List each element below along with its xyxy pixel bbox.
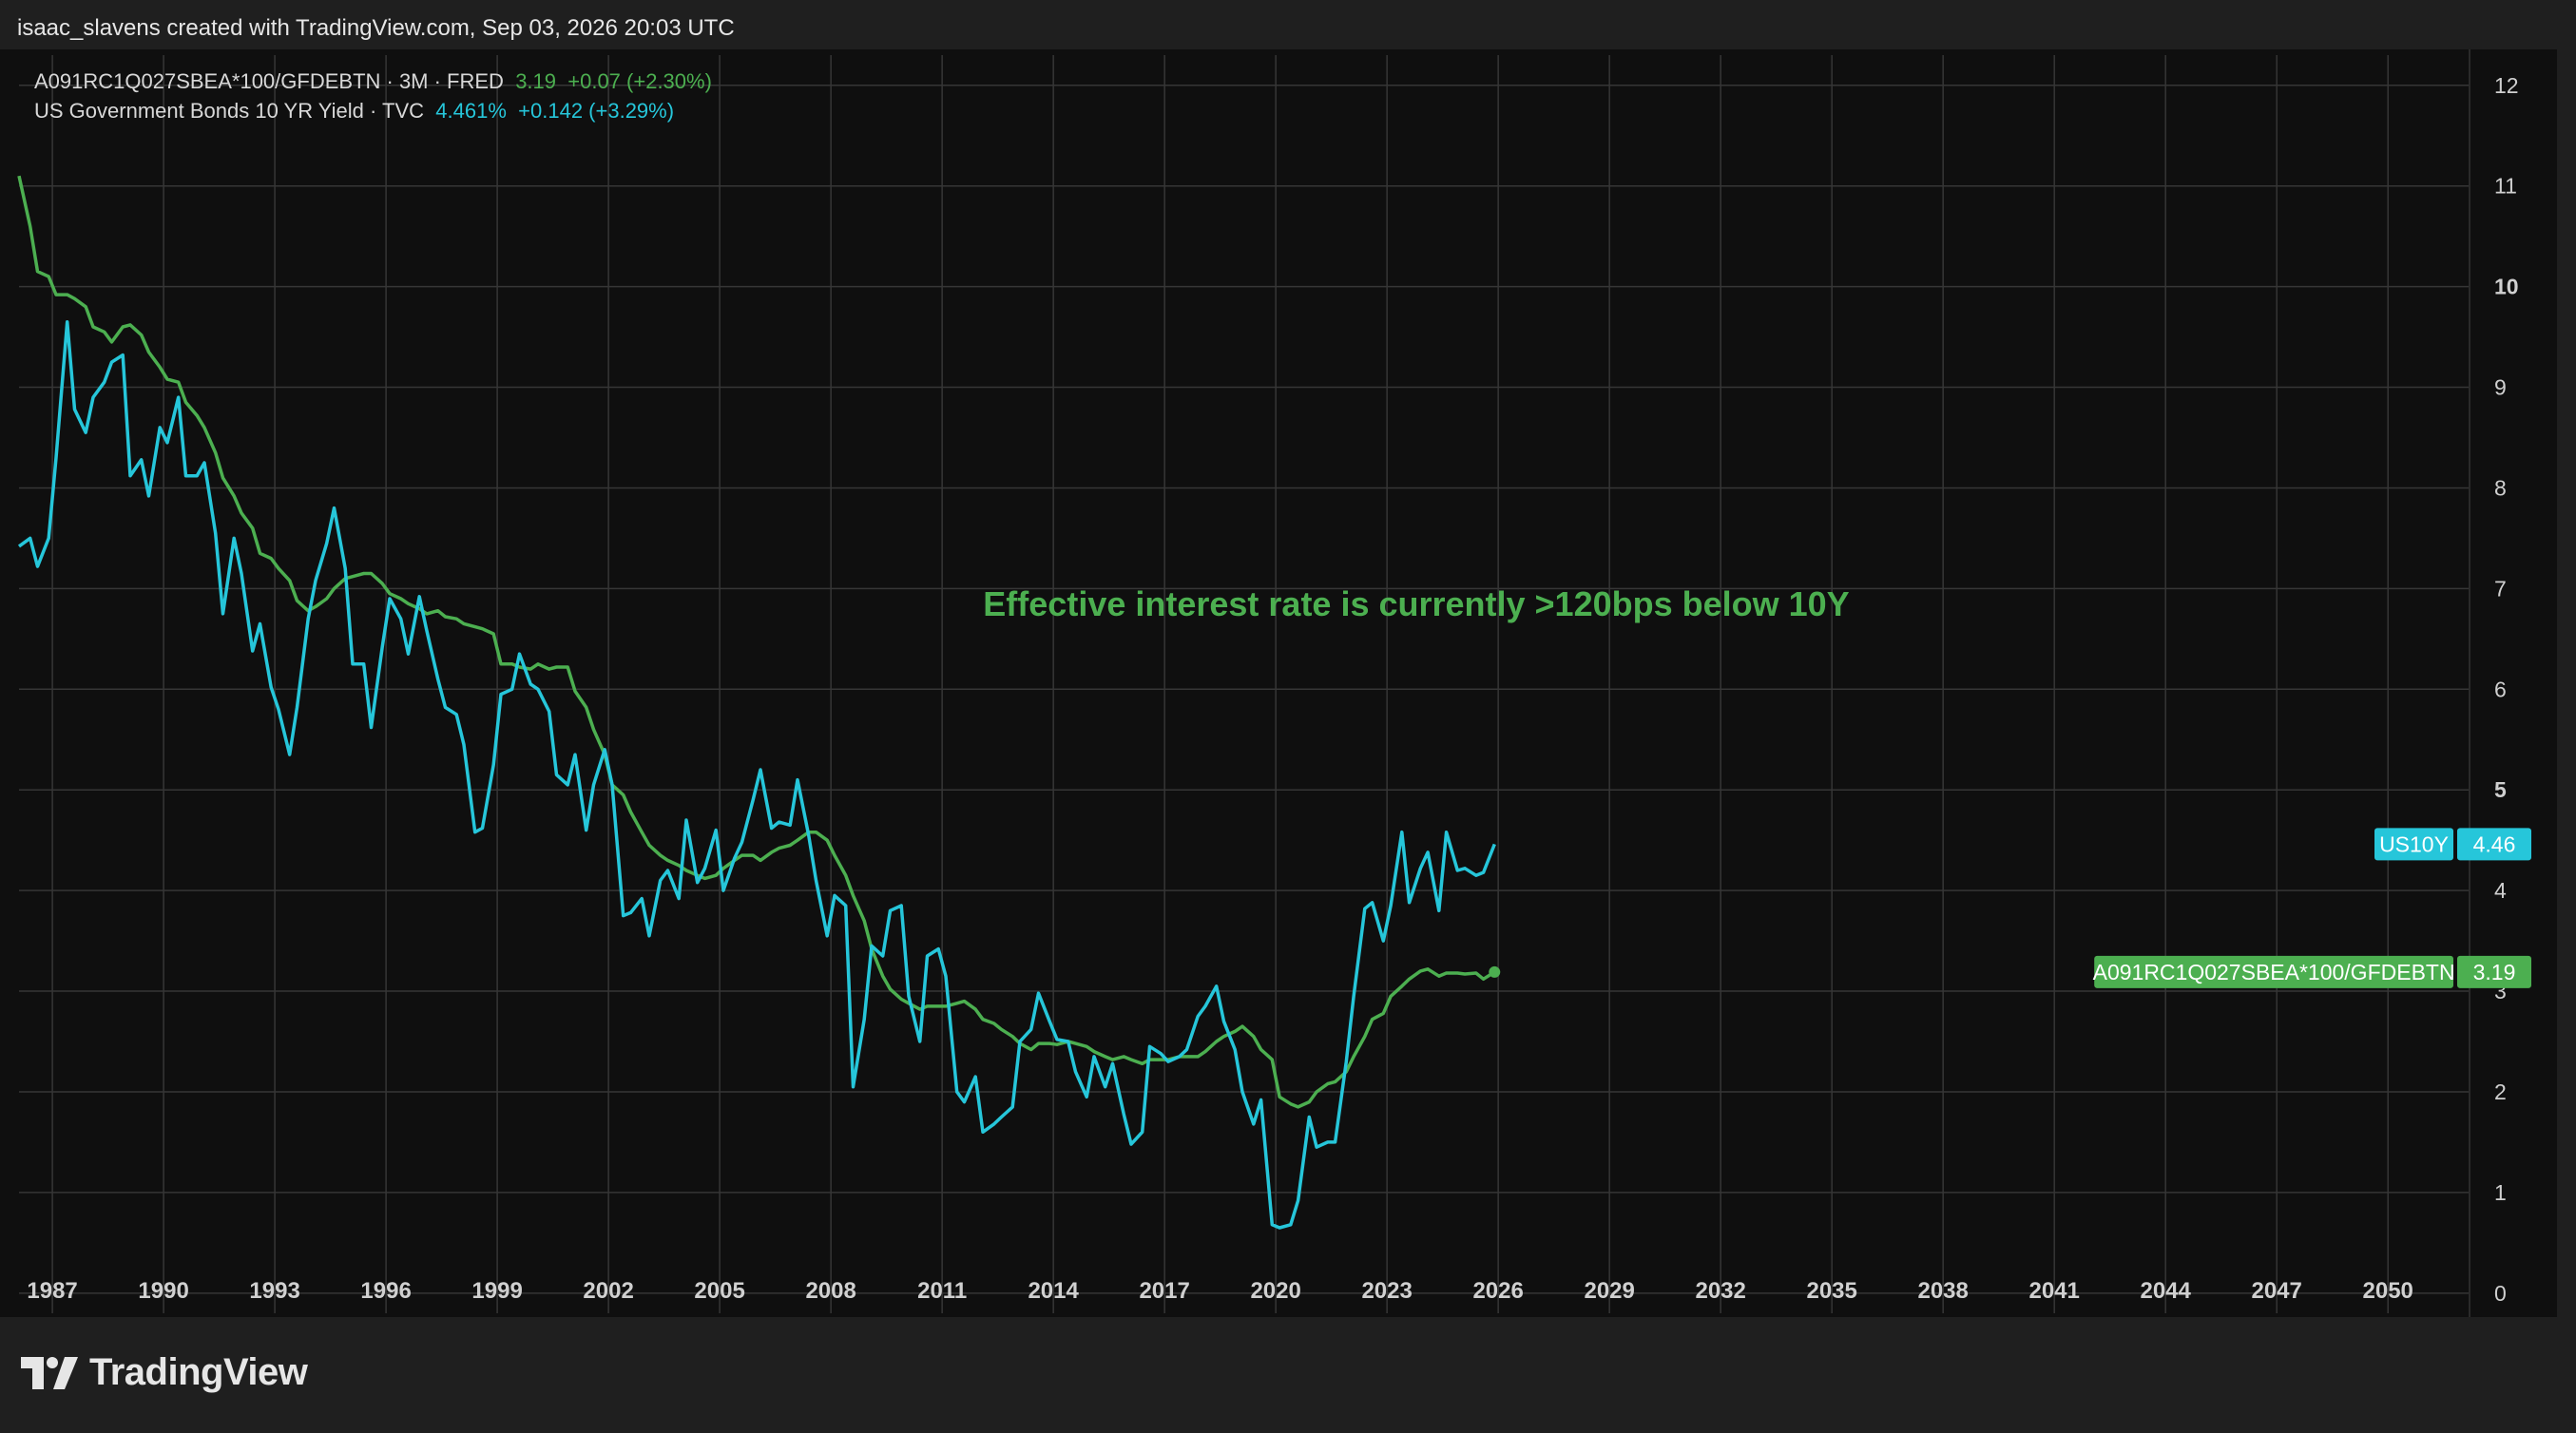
grid-lines — [19, 49, 2470, 1317]
x-tick-label: 2050 — [2363, 1278, 2413, 1304]
y-tick-label: 12 — [2494, 73, 2519, 98]
series-end-marker — [1489, 965, 1501, 978]
x-tick-label: 2020 — [1250, 1278, 1300, 1304]
y-tick-label: 4 — [2494, 878, 2507, 903]
y-tick-label: 1 — [2494, 1180, 2507, 1205]
legend-series-change: +0.142 (+3.29%) — [518, 99, 675, 123]
x-tick-label: 2023 — [1361, 1278, 1412, 1304]
x-tick-label: 2005 — [694, 1278, 744, 1304]
x-tick-label: 1993 — [249, 1278, 299, 1304]
x-tick-label: 2032 — [1695, 1278, 1745, 1304]
price-label-name: US10Y — [2379, 831, 2449, 856]
y-tick-label: 6 — [2494, 677, 2507, 701]
x-tick-label: 2002 — [583, 1278, 633, 1304]
series-line-a091rc1q027sbea-100-gfdebtn[interactable] — [17, 175, 1496, 1109]
x-tick-label: 2008 — [805, 1278, 855, 1304]
y-tick-label: 7 — [2494, 576, 2507, 601]
series-end-markers — [1489, 965, 1501, 978]
y-tick-label: 0 — [2494, 1281, 2507, 1306]
x-tick-label: 2014 — [1028, 1278, 1079, 1304]
x-tick-label: 2035 — [1806, 1278, 1856, 1304]
y-tick-label: 9 — [2494, 375, 2507, 400]
legend-row-us10y[interactable]: US Government Bonds 10 YR Yield · TVC 4.… — [34, 96, 712, 125]
y-tick-label: 10 — [2494, 275, 2519, 299]
logo-text: TradingView — [89, 1351, 308, 1393]
tradingview-logo-icon — [21, 1356, 78, 1389]
legend-series-value: 4.461% — [435, 99, 507, 123]
price-label-value: 4.46 — [2473, 831, 2516, 856]
x-tick-label: 2038 — [1917, 1278, 1968, 1304]
legend-series-value: 3.19 — [515, 69, 557, 93]
x-axis-ticks: 1987 1990 1993 1996 1999 2002 2005 2008 2011 2014… — [27, 1278, 2413, 1304]
x-tick-label: 2026 — [1472, 1278, 1523, 1304]
legend-row-effective-rate[interactable]: A091RC1Q027SBEA*100/GFDEBTN · 3M · FRED … — [34, 67, 712, 96]
x-tick-label: 2044 — [2140, 1278, 2191, 1304]
x-tick-label: 1996 — [360, 1278, 411, 1304]
legend-series-name: A091RC1Q027SBEA*100/GFDEBTN · 3M · FRED — [34, 69, 504, 93]
x-tick-label: 2017 — [1139, 1278, 1189, 1304]
price-labels: US10Y 4.46 A091RC1Q027SBEA*100/GFDEBTN 3.19 — [2093, 828, 2531, 988]
x-tick-label: 2041 — [2028, 1278, 2079, 1304]
y-tick-label: 11 — [2494, 174, 2517, 199]
y-tick-label: 5 — [2494, 777, 2507, 802]
x-tick-label: 1990 — [138, 1278, 188, 1304]
y-tick-label: 8 — [2494, 475, 2507, 500]
legend-series-change: +0.07 (+2.30%) — [567, 69, 712, 93]
price-label-value: 3.19 — [2473, 960, 2516, 984]
tradingview-logo[interactable]: TradingView — [21, 1351, 308, 1394]
y-axis-ticks: 0123456789101112 — [2494, 73, 2519, 1306]
line-chart[interactable]: 0123456789101112 1987 1990 1993 1996 1999 200… — [0, 49, 2557, 1317]
x-tick-label: 2029 — [1584, 1278, 1634, 1304]
legend-series-name: US Government Bonds 10 YR Yield · TVC — [34, 99, 425, 123]
x-tick-label: 1987 — [27, 1278, 77, 1304]
chart-annotation: Effective interest rate is currently >12… — [983, 584, 1849, 623]
y-tick-label: 2 — [2494, 1080, 2507, 1104]
chart-legend: A091RC1Q027SBEA*100/GFDEBTN · 3M · FRED … — [34, 67, 712, 125]
series-lines — [17, 175, 1496, 1230]
x-tick-label: 1999 — [471, 1278, 522, 1304]
x-tick-label: 2047 — [2251, 1278, 2301, 1304]
price-label-name: A091RC1Q027SBEA*100/GFDEBTN — [2093, 960, 2455, 984]
x-tick-label: 2011 — [917, 1278, 967, 1304]
chart-credit: isaac_slavens created with TradingView.c… — [17, 15, 735, 41]
